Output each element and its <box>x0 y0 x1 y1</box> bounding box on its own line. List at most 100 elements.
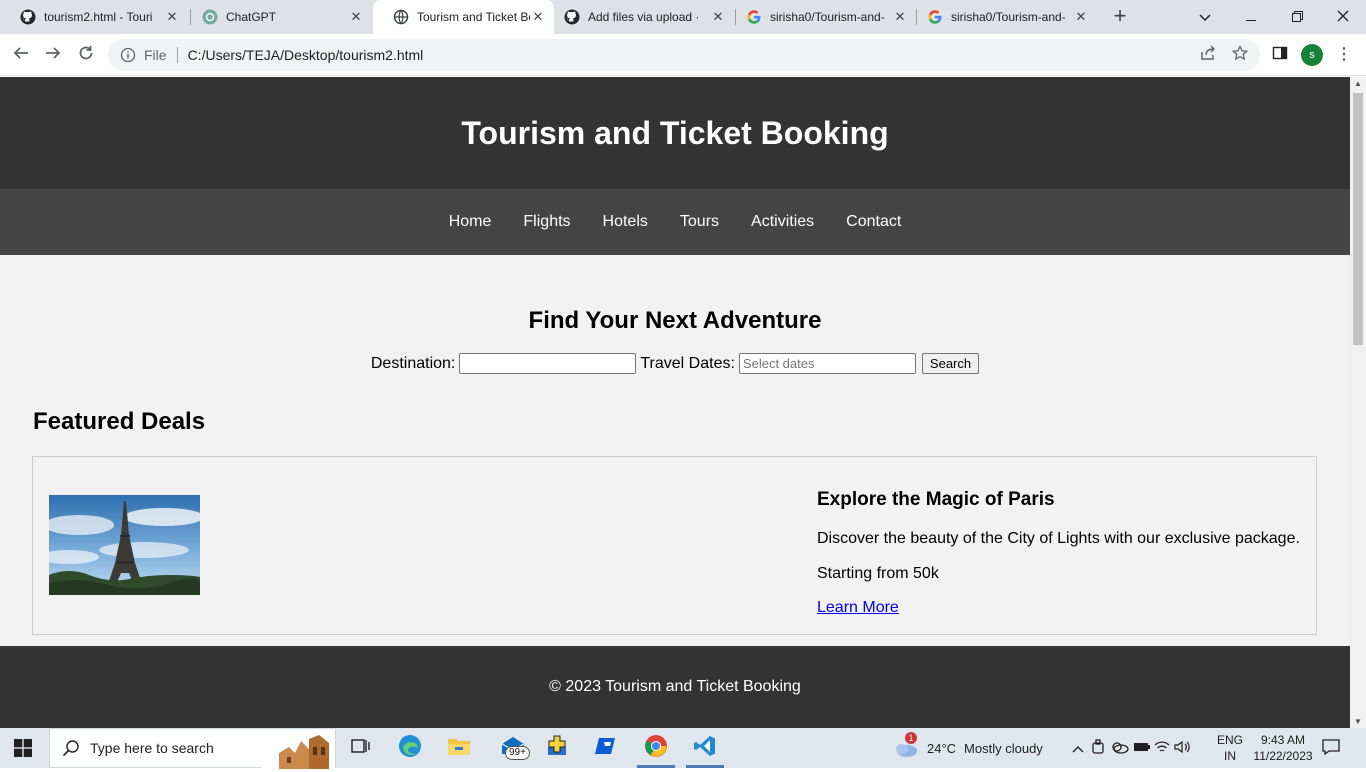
taskbar-search-box[interactable]: Type here to search <box>49 728 336 769</box>
page-scrollbar[interactable]: ▲ ▼ <box>1350 77 1366 728</box>
file-explorer-button[interactable] <box>446 736 472 760</box>
dates-input[interactable] <box>738 353 916 374</box>
google-icon <box>927 9 943 25</box>
reload-icon <box>78 45 94 66</box>
deal-details: Explore the Magic of Paris Discover the … <box>817 489 1300 617</box>
lang-line1: ENG <box>1216 733 1243 747</box>
app-button[interactable] <box>593 736 619 760</box>
nav-tours[interactable]: Tours <box>680 213 719 231</box>
nav-flights[interactable]: Flights <box>523 213 570 231</box>
window-close-button[interactable] <box>1320 0 1366 34</box>
wifi-icon[interactable] <box>1152 740 1173 757</box>
new-tab-button[interactable]: + <box>1108 5 1132 29</box>
chevron-down-icon <box>1199 9 1211 25</box>
task-view-icon <box>351 737 371 760</box>
share-button[interactable] <box>1196 43 1220 67</box>
clock-date: 11/22/2023 <box>1253 749 1313 763</box>
address-divider <box>176 47 178 63</box>
nav-contact[interactable]: Contact <box>846 213 901 231</box>
chevron-up-icon[interactable] <box>1072 741 1087 756</box>
close-icon[interactable]: ✕ <box>892 9 908 25</box>
search-section: Find Your Next Adventure Destination: Tr… <box>0 255 1350 374</box>
language-indicator[interactable]: ENG IN <box>1212 728 1248 768</box>
close-icon[interactable]: ✕ <box>348 9 364 25</box>
edge-icon <box>398 734 422 763</box>
back-button[interactable] <box>9 43 33 67</box>
browser-tab[interactable]: sirisha0/Tourism-and- ✕ <box>726 0 916 34</box>
security-icon[interactable] <box>1087 738 1108 758</box>
scroll-down-icon[interactable]: ▼ <box>1354 717 1362 726</box>
vscode-button[interactable] <box>692 734 718 763</box>
scroll-thumb[interactable] <box>1353 93 1363 345</box>
power-automate-icon <box>593 736 619 761</box>
tab-title: tourism2.html - Touri <box>44 10 153 24</box>
search-button[interactable]: Search <box>921 353 980 374</box>
forward-button[interactable] <box>41 43 65 67</box>
close-icon[interactable]: ✕ <box>710 9 726 25</box>
chatgpt-icon <box>202 9 218 25</box>
footer-text: © 2023 Tourism and Ticket Booking <box>549 678 801 695</box>
windows-logo-icon <box>14 739 32 757</box>
deal-description: Discover the beauty of the City of Light… <box>817 530 1300 547</box>
chrome-taskbar-button[interactable] <box>643 734 669 760</box>
bookmark-button[interactable] <box>1228 43 1252 67</box>
close-icon[interactable]: ✕ <box>1073 9 1089 25</box>
windows-start-button[interactable] <box>14 739 32 757</box>
battery-icon[interactable] <box>1131 741 1152 756</box>
nav-hotels[interactable]: Hotels <box>603 213 648 231</box>
dates-label: Travel Dates: <box>640 354 735 372</box>
store-button[interactable] <box>544 734 570 763</box>
more-vert-icon: ⋮ <box>1336 46 1352 63</box>
close-icon[interactable]: ✕ <box>164 9 180 25</box>
scroll-up-icon[interactable]: ▲ <box>1354 79 1362 88</box>
star-icon <box>1231 44 1249 66</box>
browser-menu-button[interactable]: ⋮ <box>1336 44 1352 66</box>
side-panel-icon <box>1272 45 1288 66</box>
address-bar[interactable]: File C:/Users/TEJA/Desktop/tourism2.html <box>108 39 1260 71</box>
onedrive-icon[interactable] <box>1108 740 1131 757</box>
weather-widget[interactable]: 1 24°C Mostly cloudy <box>893 728 1043 768</box>
vscode-icon <box>693 734 717 763</box>
browser-tab-active[interactable]: Tourism and Ticket Bo ✕ <box>373 0 554 34</box>
restore-button[interactable] <box>1274 0 1320 34</box>
nav-home[interactable]: Home <box>449 213 492 231</box>
tab-search-button[interactable] <box>1182 0 1228 34</box>
volume-icon[interactable] <box>1173 740 1192 757</box>
minimize-button[interactable] <box>1228 0 1274 34</box>
notifications-button[interactable] <box>1322 728 1344 768</box>
url-text[interactable]: C:/Users/TEJA/Desktop/tourism2.html <box>188 47 424 63</box>
tab-title: Tourism and Ticket Bo <box>417 10 530 24</box>
deal-card: Explore the Magic of Paris Discover the … <box>32 456 1317 635</box>
nav-activities[interactable]: Activities <box>751 213 814 231</box>
destination-input[interactable] <box>459 353 637 374</box>
reload-button[interactable] <box>74 43 98 67</box>
edge-button[interactable] <box>397 734 423 763</box>
github-icon <box>564 9 580 25</box>
profile-avatar[interactable]: s <box>1301 44 1323 66</box>
browser-tab[interactable]: ChatGPT ✕ <box>182 0 372 34</box>
google-icon <box>746 9 762 25</box>
browser-tab[interactable]: Add files via upload · ✕ <box>544 0 734 34</box>
site-title: Tourism and Ticket Booking <box>461 114 889 151</box>
task-view-button[interactable] <box>348 736 374 760</box>
browser-tab[interactable]: sirisha0/Tourism-and- ✕ <box>907 0 1097 34</box>
arrow-left-icon <box>13 45 29 66</box>
side-panel-button[interactable] <box>1268 43 1292 67</box>
search-highlight-icon <box>261 729 335 769</box>
learn-more-link[interactable]: Learn More <box>817 599 1300 617</box>
system-tray <box>1072 728 1192 768</box>
restore-icon <box>1291 9 1303 25</box>
game-bar-icon <box>545 734 569 763</box>
mail-button[interactable]: 99+ <box>495 736 531 760</box>
search-form: Destination: Travel Dates: Search <box>0 353 1350 374</box>
info-icon[interactable] <box>120 47 136 63</box>
site-header: Tourism and Ticket Booking <box>0 77 1350 189</box>
deal-price: Starting from 50k <box>817 565 939 582</box>
eiffel-tower-image <box>49 495 200 595</box>
clock[interactable]: 9:43 AM 11/22/2023 <box>1248 728 1318 768</box>
lang-line2: IN <box>1224 749 1236 763</box>
browser-tab[interactable]: tourism2.html - Touri ✕ <box>0 0 188 34</box>
mail-badge: 99+ <box>505 746 530 760</box>
folder-icon <box>447 736 471 761</box>
tab-title: sirisha0/Tourism-and- <box>770 10 885 24</box>
